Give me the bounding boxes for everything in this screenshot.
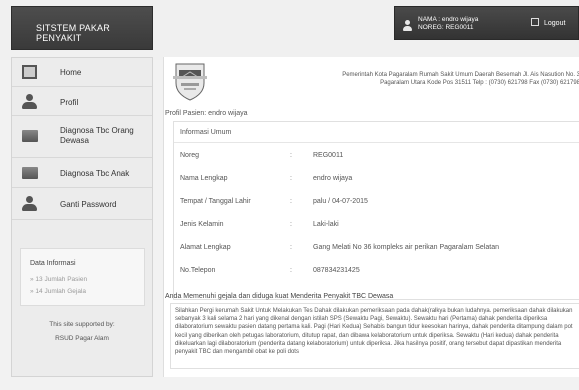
user-info: NAMA : endro wijaya NOREG: REG0011 [418,16,478,32]
user-noreg: NOREG: REG0011 [418,24,474,31]
app-title: SITSTEM PAKAR PENYAKIT [36,23,110,43]
sidebar-item-label: Profil [60,98,79,107]
logout-button[interactable]: Logout [531,18,565,27]
sidebar-item-diagnosa-dewasa[interactable]: Diagnosa Tbc Orang Dewasa [12,116,152,158]
home-icon [22,65,37,79]
info-jumlah-gejala[interactable]: » 14 Jumlah Gejala [30,288,86,295]
section-heading: Informasi Umum [180,129,232,136]
row-separator: : [290,267,292,274]
row-value: REG0011 [313,152,344,159]
address-line-1: Pemerintah Kota Pagaralam Rumah Sakit Um… [342,72,579,78]
row-label: Nama Lengkap [180,175,228,182]
diagnosis-result-title: Anda Memenuhi gejala dan diduga kuat Men… [165,293,394,300]
row-label: Noreg [180,152,200,159]
data-informasi-box: Data Informasi » 13 Jumlah Pasien » 14 J… [20,248,145,306]
row-value: palu / 04-07-2015 [313,198,368,205]
sidebar-item-ganti-password[interactable]: Ganti Password [12,188,152,220]
row-separator: : [290,198,292,205]
row-label: Tempat / Tanggal Lahir [180,198,251,205]
row-value: Laki-laki [313,221,339,228]
main-content: Pemerintah Kota Pagaralam Rumah Sakit Um… [163,57,579,377]
info-title: Data Informasi [30,260,76,267]
diagnosis-result-text: Silahkan Pergi kerumah Sakit Untuk Melak… [175,308,573,356]
row-value: endro wijaya [313,175,353,182]
user-icon [22,196,37,211]
row-value: 087834231425 [313,267,360,274]
sidebar-item-profil[interactable]: Profil [12,87,152,116]
user-bar: NAMA : endro wijaya NOREG: REG0011 Logou… [394,6,579,40]
sidebar-item-label: Diagnosa Tbc Orang Dewasa [60,126,134,145]
sidebar-item-label: Ganti Password [60,200,117,209]
row-separator: : [290,244,292,251]
row-separator: : [290,221,292,228]
divider [174,142,579,143]
user-icon [402,20,412,32]
address-line-2: Pagaralam Utara Kode Pos 31511 Telp : (0… [380,80,579,86]
row-value: Gang Melati No 36 kompleks air perikan P… [313,244,499,251]
support-line: This site supported by: [49,321,115,328]
user-nama: NAMA : endro wijaya [418,16,479,23]
row-separator: : [290,175,292,182]
row-label: No.Telepon [180,267,216,274]
header-bar: SITSTEM PAKAR PENYAKIT NAMA : endro wija… [0,0,579,60]
logout-icon [531,18,539,26]
sidebar-item-home[interactable]: Home [12,58,152,87]
sidebar-item-diagnosa-anak[interactable]: Diagnosa Tbc Anak [12,158,152,188]
logout-label: Logout [544,20,566,27]
folder-icon [22,167,38,179]
sidebar: Home Profil Diagnosa Tbc Orang Dewasa Di… [11,57,153,377]
folder-icon [22,130,38,142]
sidebar-item-label: Diagnosa Tbc Anak [60,169,130,178]
profile-table: Informasi Umum Noreg : REG0011 Nama Leng… [173,121,579,300]
hospital-address: Pemerintah Kota Pagaralam Rumah Sakit Um… [214,71,579,87]
row-label: Alamat Lengkap [180,244,231,251]
row-label: Jenis Kelamin [180,221,224,228]
user-icon [22,94,37,109]
sidebar-item-label: Home [60,68,82,77]
city-logo [173,63,207,101]
support-org: RSUD Pagar Alam [55,335,109,342]
info-jumlah-pasien[interactable]: » 13 Jumlah Pasien [30,276,87,283]
profil-pasien-title: Profil Pasien: endro wijaya [165,110,248,117]
brand-banner: SITSTEM PAKAR PENYAKIT [11,6,153,50]
diagnosis-result-box: Silahkan Pergi kerumah Sakit Untuk Melak… [170,303,579,369]
row-separator: : [290,152,292,159]
